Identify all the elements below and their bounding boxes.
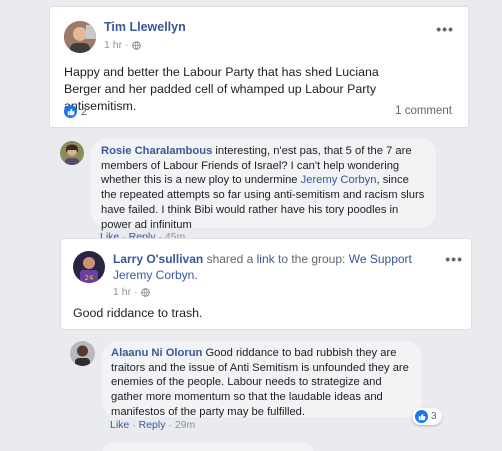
comment-time[interactable]: 29m [175, 419, 195, 431]
like-action[interactable]: Like [110, 419, 129, 431]
more-options-icon[interactable]: ••• [436, 22, 454, 36]
meta-separator: · [134, 286, 138, 298]
next-comment-bubble-partial [103, 443, 313, 451]
author-name[interactable]: Tim Llewellyn [104, 20, 186, 34]
avatar[interactable] [60, 141, 84, 165]
comment-author[interactable]: Alaanu Ni Olorun [111, 347, 202, 359]
more-options-icon[interactable]: ••• [445, 252, 463, 266]
shared-link[interactable]: link [257, 252, 275, 266]
reaction-summary[interactable]: 2 [64, 105, 87, 118]
to-group-text: to the group: [277, 252, 346, 266]
timestamp[interactable]: 1 hr [104, 39, 122, 51]
meta-separator: · [125, 39, 129, 51]
svg-text:24: 24 [85, 274, 94, 282]
shared-text: shared a [206, 252, 254, 266]
timestamp[interactable]: 1 hr [113, 286, 131, 298]
like-count: 2 [81, 105, 88, 118]
like-reaction-icon [64, 105, 77, 118]
avatar[interactable]: 24 [73, 251, 105, 283]
reaction-badge[interactable]: 3 [412, 408, 442, 425]
globe-icon [131, 40, 141, 50]
post-text: Happy and better the Labour Party that h… [64, 65, 379, 113]
comment-actions: Like · Reply · 29m [110, 419, 196, 431]
reply-action[interactable]: Reply [139, 419, 166, 431]
like-reaction-icon [415, 410, 428, 423]
post-card-larry: 24 Larry O'sullivan shared a link to the… [60, 238, 472, 330]
avatar[interactable] [70, 341, 95, 366]
post-text: Good riddance to trash. [73, 306, 203, 320]
globe-icon [140, 287, 150, 297]
comment-bubble: Rosie Charalambous interesting, n'est pa… [91, 138, 436, 231]
post-meta: 1 hr · [104, 39, 186, 51]
comment-count[interactable]: 1 comment [395, 105, 452, 117]
reaction-count: 3 [431, 411, 437, 422]
post-header: Larry O'sullivan shared a link to the gr… [113, 251, 453, 283]
mention-link[interactable]: Jeremy Corbyn [301, 174, 377, 186]
avatar[interactable] [64, 21, 96, 53]
post-card-tim: Tim Llewellyn 1 hr · ••• Happy and bette… [49, 6, 469, 128]
author-name[interactable]: Larry O'sullivan [113, 252, 203, 266]
comment-author[interactable]: Rosie Charalambous [101, 145, 212, 157]
post-meta: 1 hr · [113, 286, 150, 298]
comment-bubble: Alaanu Ni Olorun Good riddance to bad ru… [102, 341, 422, 418]
